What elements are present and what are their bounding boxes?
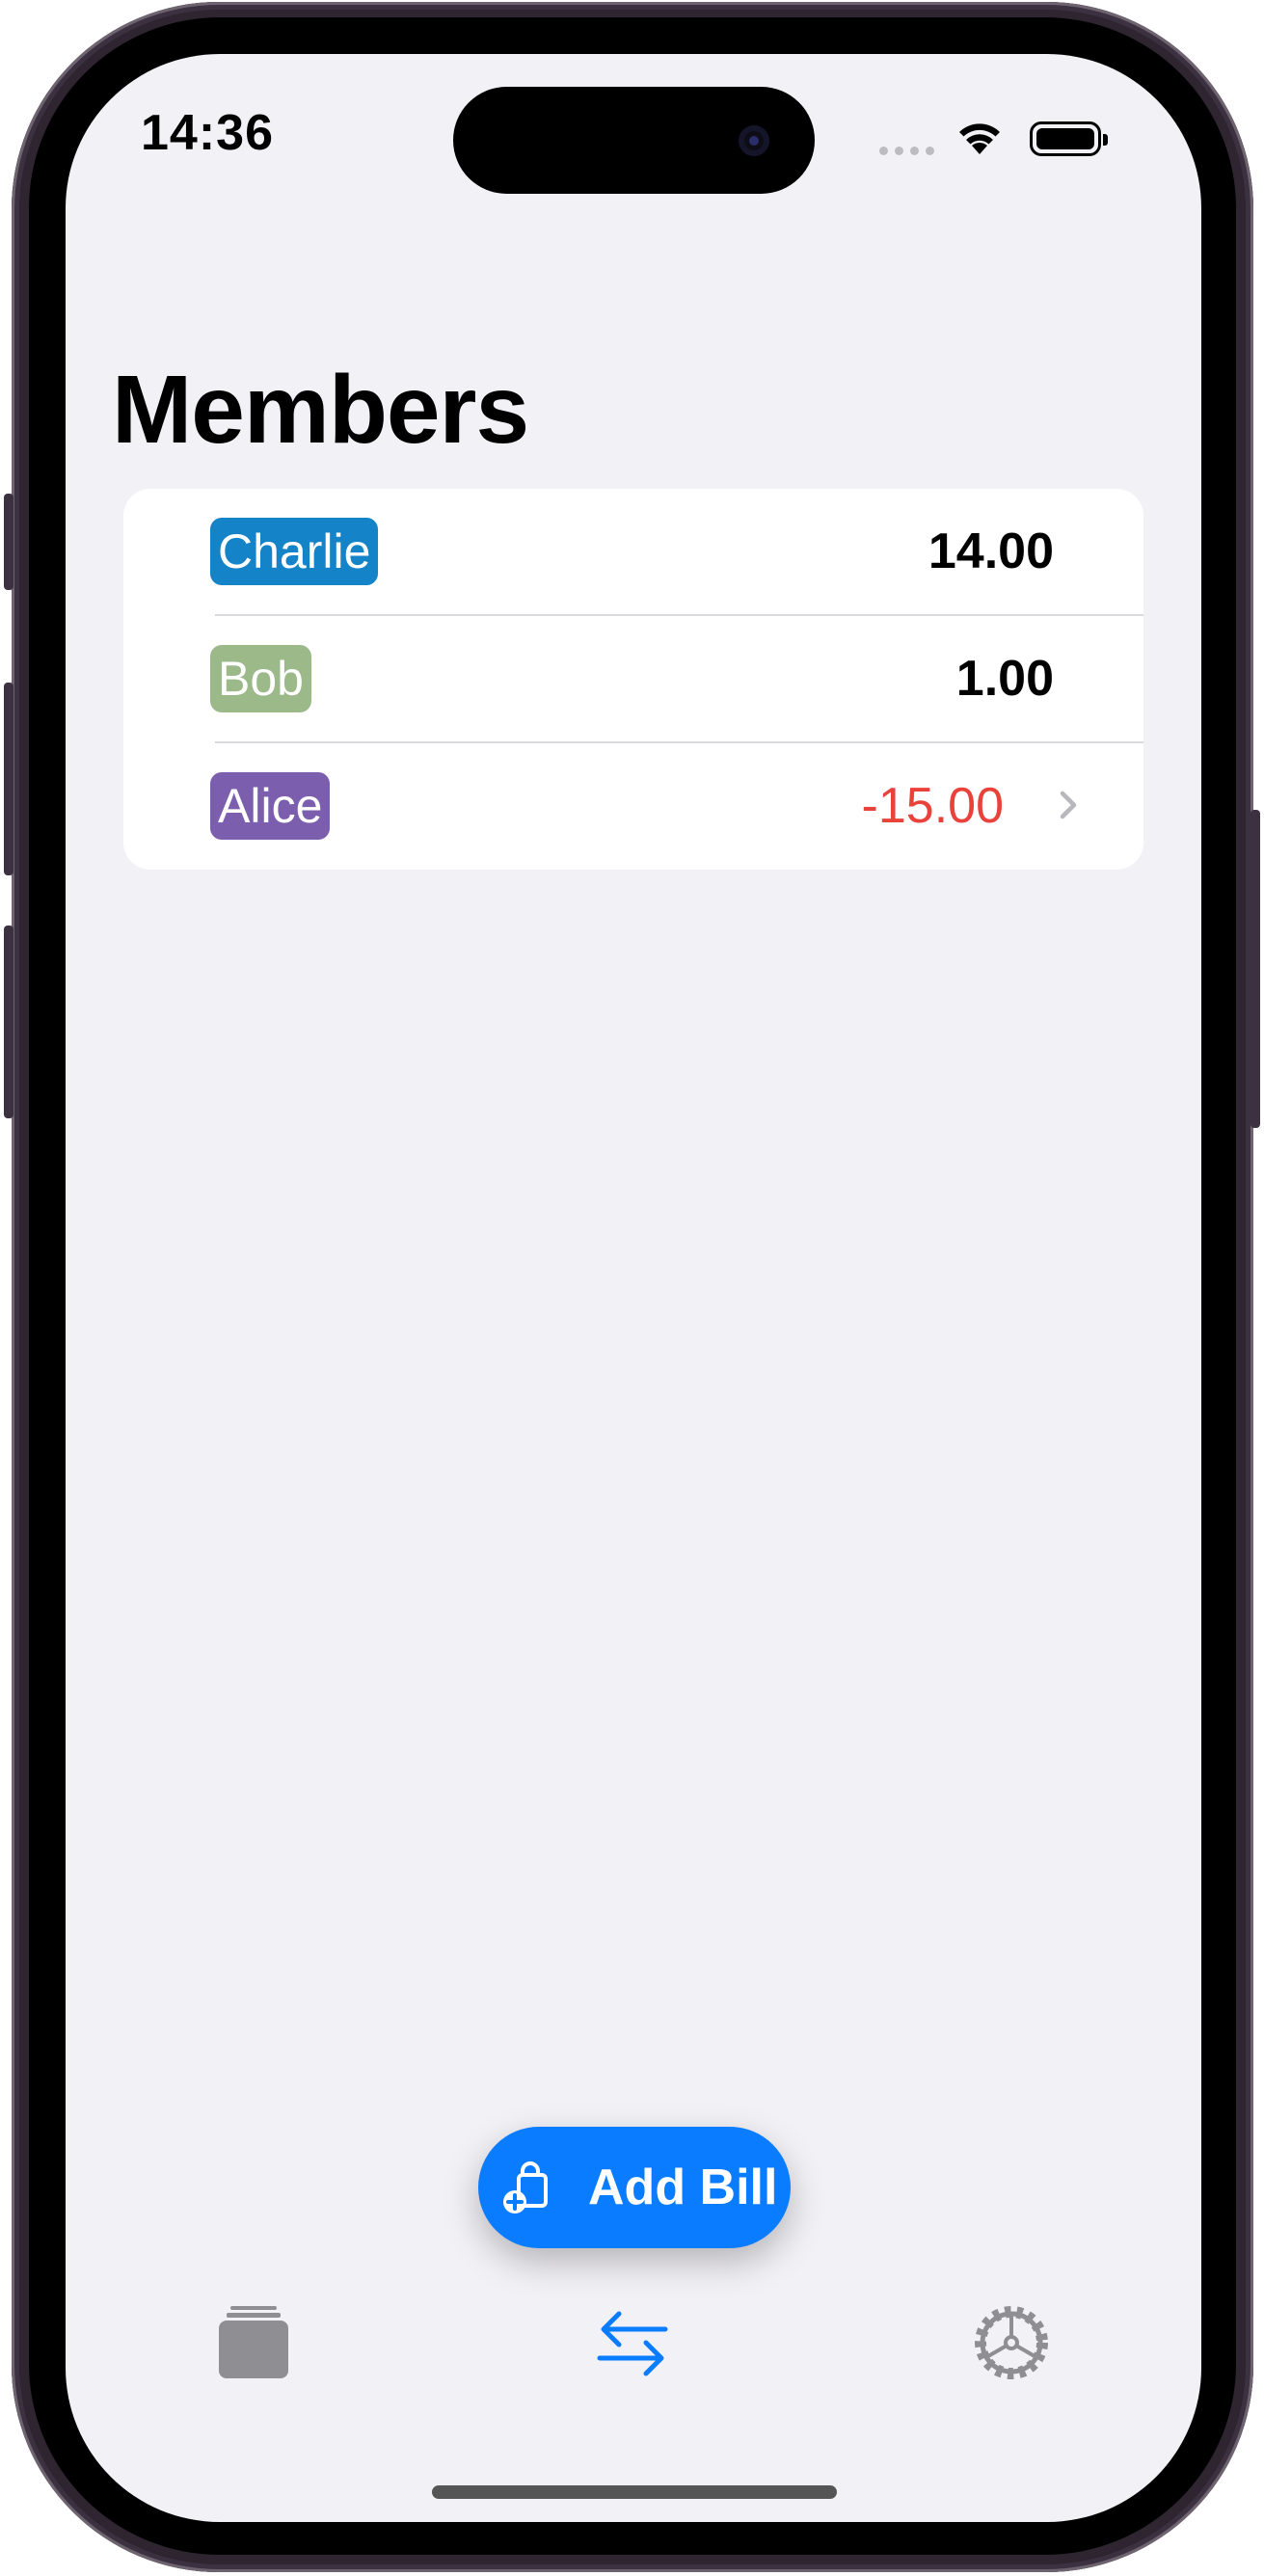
member-name-tag: Charlie <box>210 518 379 585</box>
wifi-icon <box>959 123 1000 154</box>
member-row-alice[interactable]: Alice -15.00 <box>123 743 1143 871</box>
member-row-bob[interactable]: Bob 1.00 <box>123 616 1143 743</box>
status-time: 14:36 <box>141 105 274 161</box>
transfer-arrows-icon <box>597 2311 668 2376</box>
tab-bills[interactable] <box>205 2294 302 2391</box>
add-bill-label: Add Bill <box>588 2160 778 2215</box>
page-title: Members <box>112 356 529 464</box>
battery-icon <box>1030 121 1108 156</box>
volume-down-button <box>4 926 13 1118</box>
front-camera <box>739 125 769 156</box>
member-name-tag: Alice <box>210 772 331 840</box>
member-row-charlie[interactable]: Charlie 14.00 <box>123 489 1143 616</box>
member-balance: 1.00 <box>955 651 1054 707</box>
members-list: Charlie 14.00 Bob 1.00 Alice -15.00 <box>123 489 1143 870</box>
bag-plus-icon <box>503 2161 548 2214</box>
tab-members[interactable] <box>584 2294 681 2391</box>
volume-up-button <box>4 683 13 875</box>
cellular-signal-icon <box>879 147 934 155</box>
add-bill-button[interactable]: Add Bill <box>478 2127 791 2248</box>
action-button <box>4 494 13 590</box>
stack-icon <box>219 2306 288 2378</box>
home-indicator[interactable] <box>432 2485 837 2499</box>
tab-settings[interactable] <box>963 2294 1060 2391</box>
chevron-right-icon <box>1060 791 1077 819</box>
member-balance: 14.00 <box>928 523 1054 579</box>
power-button <box>1251 810 1260 1128</box>
member-name-tag: Bob <box>210 645 311 712</box>
member-balance: -15.00 <box>861 778 1004 834</box>
gear-icon <box>975 2306 1048 2379</box>
dynamic-island <box>453 87 815 194</box>
